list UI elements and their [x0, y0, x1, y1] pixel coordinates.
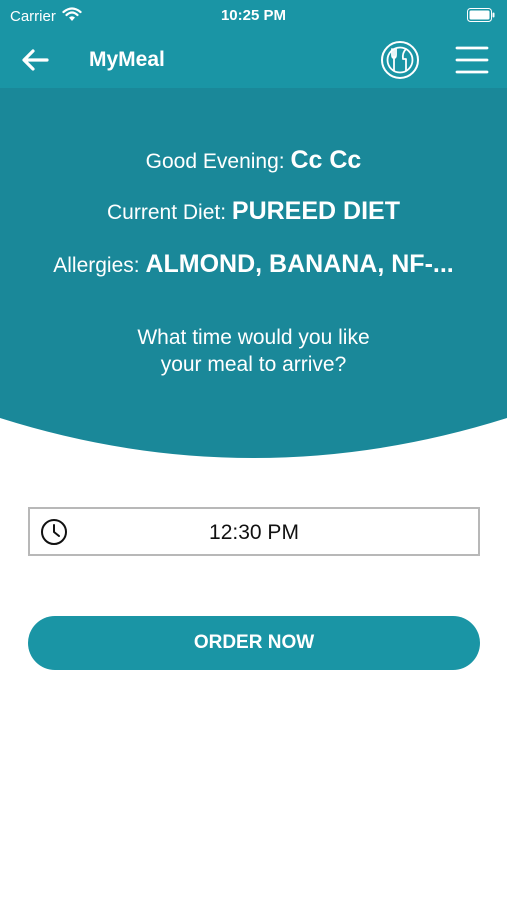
- status-bar: Carrier 10:25 PM: [0, 0, 507, 32]
- back-button[interactable]: [20, 44, 60, 76]
- menu-button[interactable]: [454, 44, 490, 76]
- greeting-label: Good Evening:: [145, 150, 291, 173]
- diet-label: Current Diet:: [107, 201, 232, 224]
- question-line-1: What time would you like: [137, 326, 370, 349]
- delivery-time-picker[interactable]: 12:30 PM: [28, 507, 480, 556]
- question-line-2: your meal to arrive?: [160, 353, 347, 376]
- greeting-line: Good Evening: Cc Cc: [0, 146, 507, 175]
- meal-button[interactable]: [380, 40, 420, 80]
- hero-section: Good Evening: Cc Cc Current Diet: PUREED…: [0, 88, 507, 460]
- diet-line: Current Diet: PUREED DIET: [0, 197, 507, 226]
- hamburger-menu-icon: [455, 46, 489, 74]
- diet-value: PUREED DIET: [231, 197, 400, 225]
- battery-icon: [467, 8, 495, 26]
- allergies-label: Allergies:: [53, 254, 146, 277]
- allergies-line: Allergies: ALMOND, BANANA, NF-...: [0, 250, 507, 279]
- meal-plate-icon: [381, 41, 419, 79]
- delivery-time-value: 12:30 PM: [209, 521, 299, 544]
- allergies-value: ALMOND, BANANA, NF-...: [145, 250, 454, 278]
- nav-bar: MyMeal: [0, 32, 507, 88]
- user-name: Cc Cc: [290, 146, 362, 174]
- status-time: 10:25 PM: [220, 7, 287, 24]
- order-now-button[interactable]: ORDER NOW: [28, 616, 480, 670]
- meal-time-question: What time would you like your meal to ar…: [0, 324, 507, 378]
- page-title: MyMeal: [89, 48, 165, 71]
- back-arrow-icon: [22, 49, 49, 71]
